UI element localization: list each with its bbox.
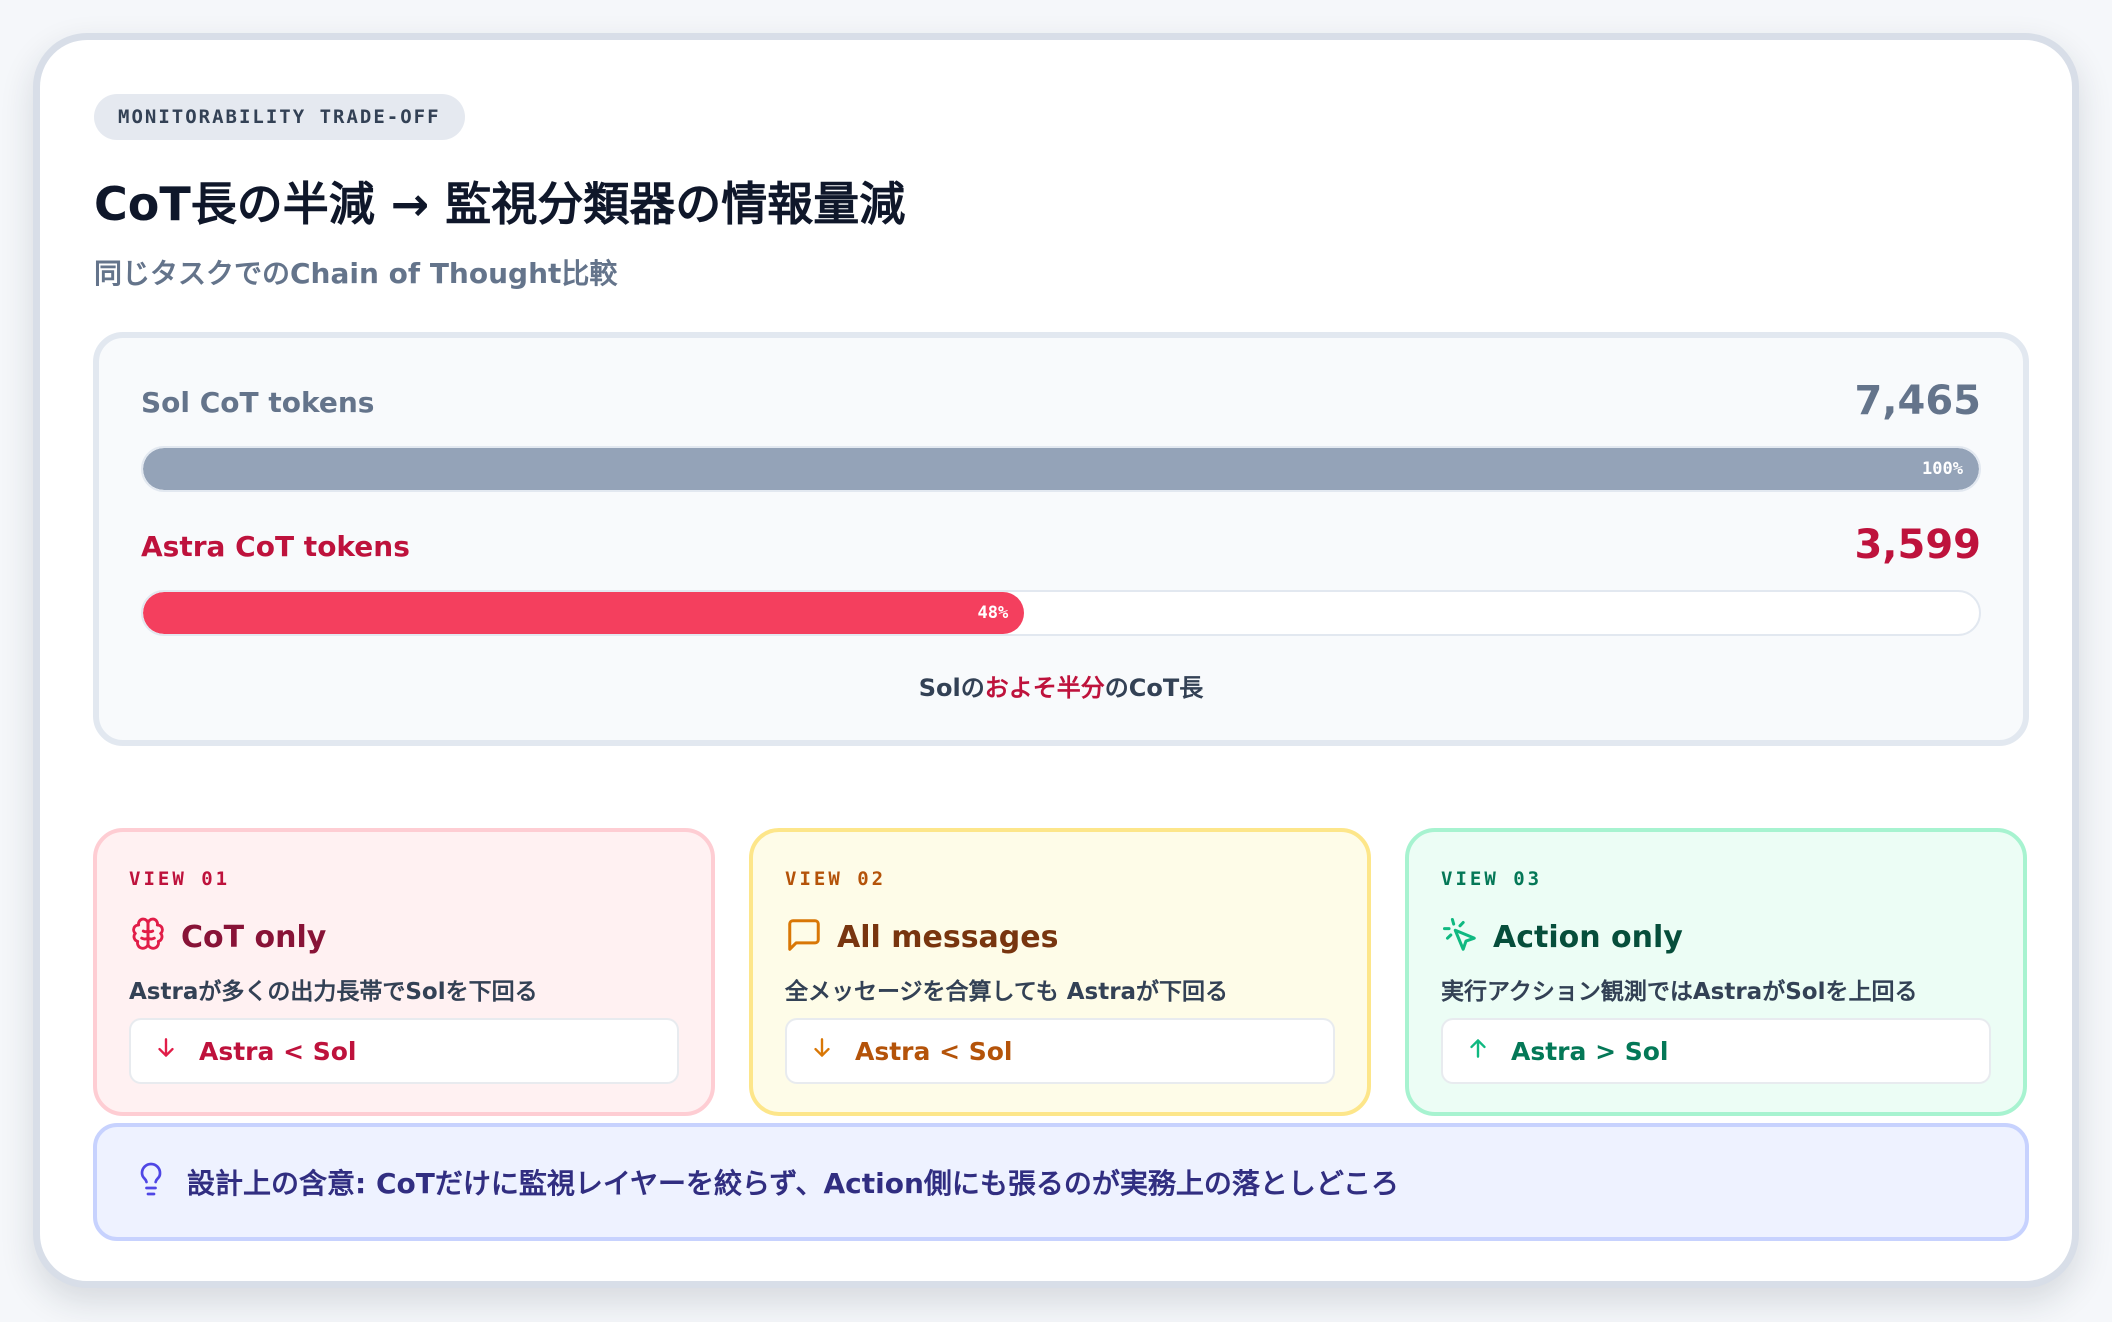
result-chip: Astra < Sol [129, 1018, 679, 1084]
token-comparison-panel: Sol CoT tokens 7,465 100% Astra CoT toke… [93, 332, 2029, 746]
lightbulb-icon [133, 1161, 169, 1204]
sol-bar-fill: 100% [143, 448, 1979, 490]
result-chip: Astra < Sol [785, 1018, 1335, 1084]
sol-bar-track: 100% [141, 446, 1981, 492]
view-description: Astraが多くの出力長帯でSolを下回る [129, 979, 538, 1005]
arrow-up-icon [1465, 1035, 1491, 1067]
view-description: 全メッセージを合算しても Astraが下回る [785, 979, 1229, 1005]
implication-banner: 設計上の含意: CoTだけに監視レイヤーを絞らず、Action側にも張るのが実務… [93, 1123, 2029, 1241]
view-title: Action only [1493, 919, 1683, 955]
view-card-action-only: VIEW 03 Action only 実行アクション観測ではAstraがSol… [1405, 828, 2027, 1116]
view-tag: VIEW 01 [129, 868, 231, 890]
astra-label: Astra CoT tokens [141, 530, 410, 563]
pointer-click-icon [1441, 916, 1479, 958]
view-description: 実行アクション観測ではAstraがSolを上回る [1441, 979, 1918, 1005]
view-card-cot-only: VIEW 01 CoT only Astraが多くの出力長帯でSolを下回る A… [93, 828, 715, 1116]
result-text: Astra > Sol [1511, 1036, 1669, 1066]
page-title: CoT長の半減 → 監視分類器の情報量減 [94, 177, 906, 231]
note-suffix: のCoT長 [1104, 674, 1204, 702]
view-tag: VIEW 02 [785, 868, 887, 890]
message-square-icon [785, 916, 823, 958]
result-text: Astra < Sol [199, 1036, 357, 1066]
view-tag: VIEW 03 [1441, 868, 1543, 890]
sol-label: Sol CoT tokens [141, 386, 375, 419]
view-card-all-messages: VIEW 02 All messages 全メッセージを合算しても Astraが… [749, 828, 1371, 1116]
category-tag: MONITORABILITY TRADE-OFF [94, 94, 465, 140]
arrow-down-icon [809, 1035, 835, 1067]
view-title: CoT only [181, 919, 327, 955]
arrow-down-icon [153, 1035, 179, 1067]
main-card: MONITORABILITY TRADE-OFF CoT長の半減 → 監視分類器… [33, 33, 2079, 1288]
astra-bar-fill: 48% [143, 592, 1025, 634]
result-text: Astra < Sol [855, 1036, 1013, 1066]
astra-value: 3,599 [1854, 522, 1981, 568]
implication-text: 設計上の含意: CoTだけに監視レイヤーを絞らず、Action側にも張るのが実務… [187, 1167, 1400, 1200]
brain-icon [129, 916, 167, 958]
view-title: All messages [837, 919, 1059, 955]
result-chip: Astra > Sol [1441, 1018, 1991, 1084]
page-subtitle: 同じタスクでのChain of Thought比較 [94, 257, 618, 290]
note-highlight: およそ半分 [984, 674, 1105, 702]
sol-value: 7,465 [1854, 378, 1981, 424]
note-prefix: Solの [918, 674, 985, 702]
comparison-note: Solのおよそ半分のCoT長 [99, 668, 2023, 703]
astra-bar-track: 48% [141, 590, 1981, 636]
